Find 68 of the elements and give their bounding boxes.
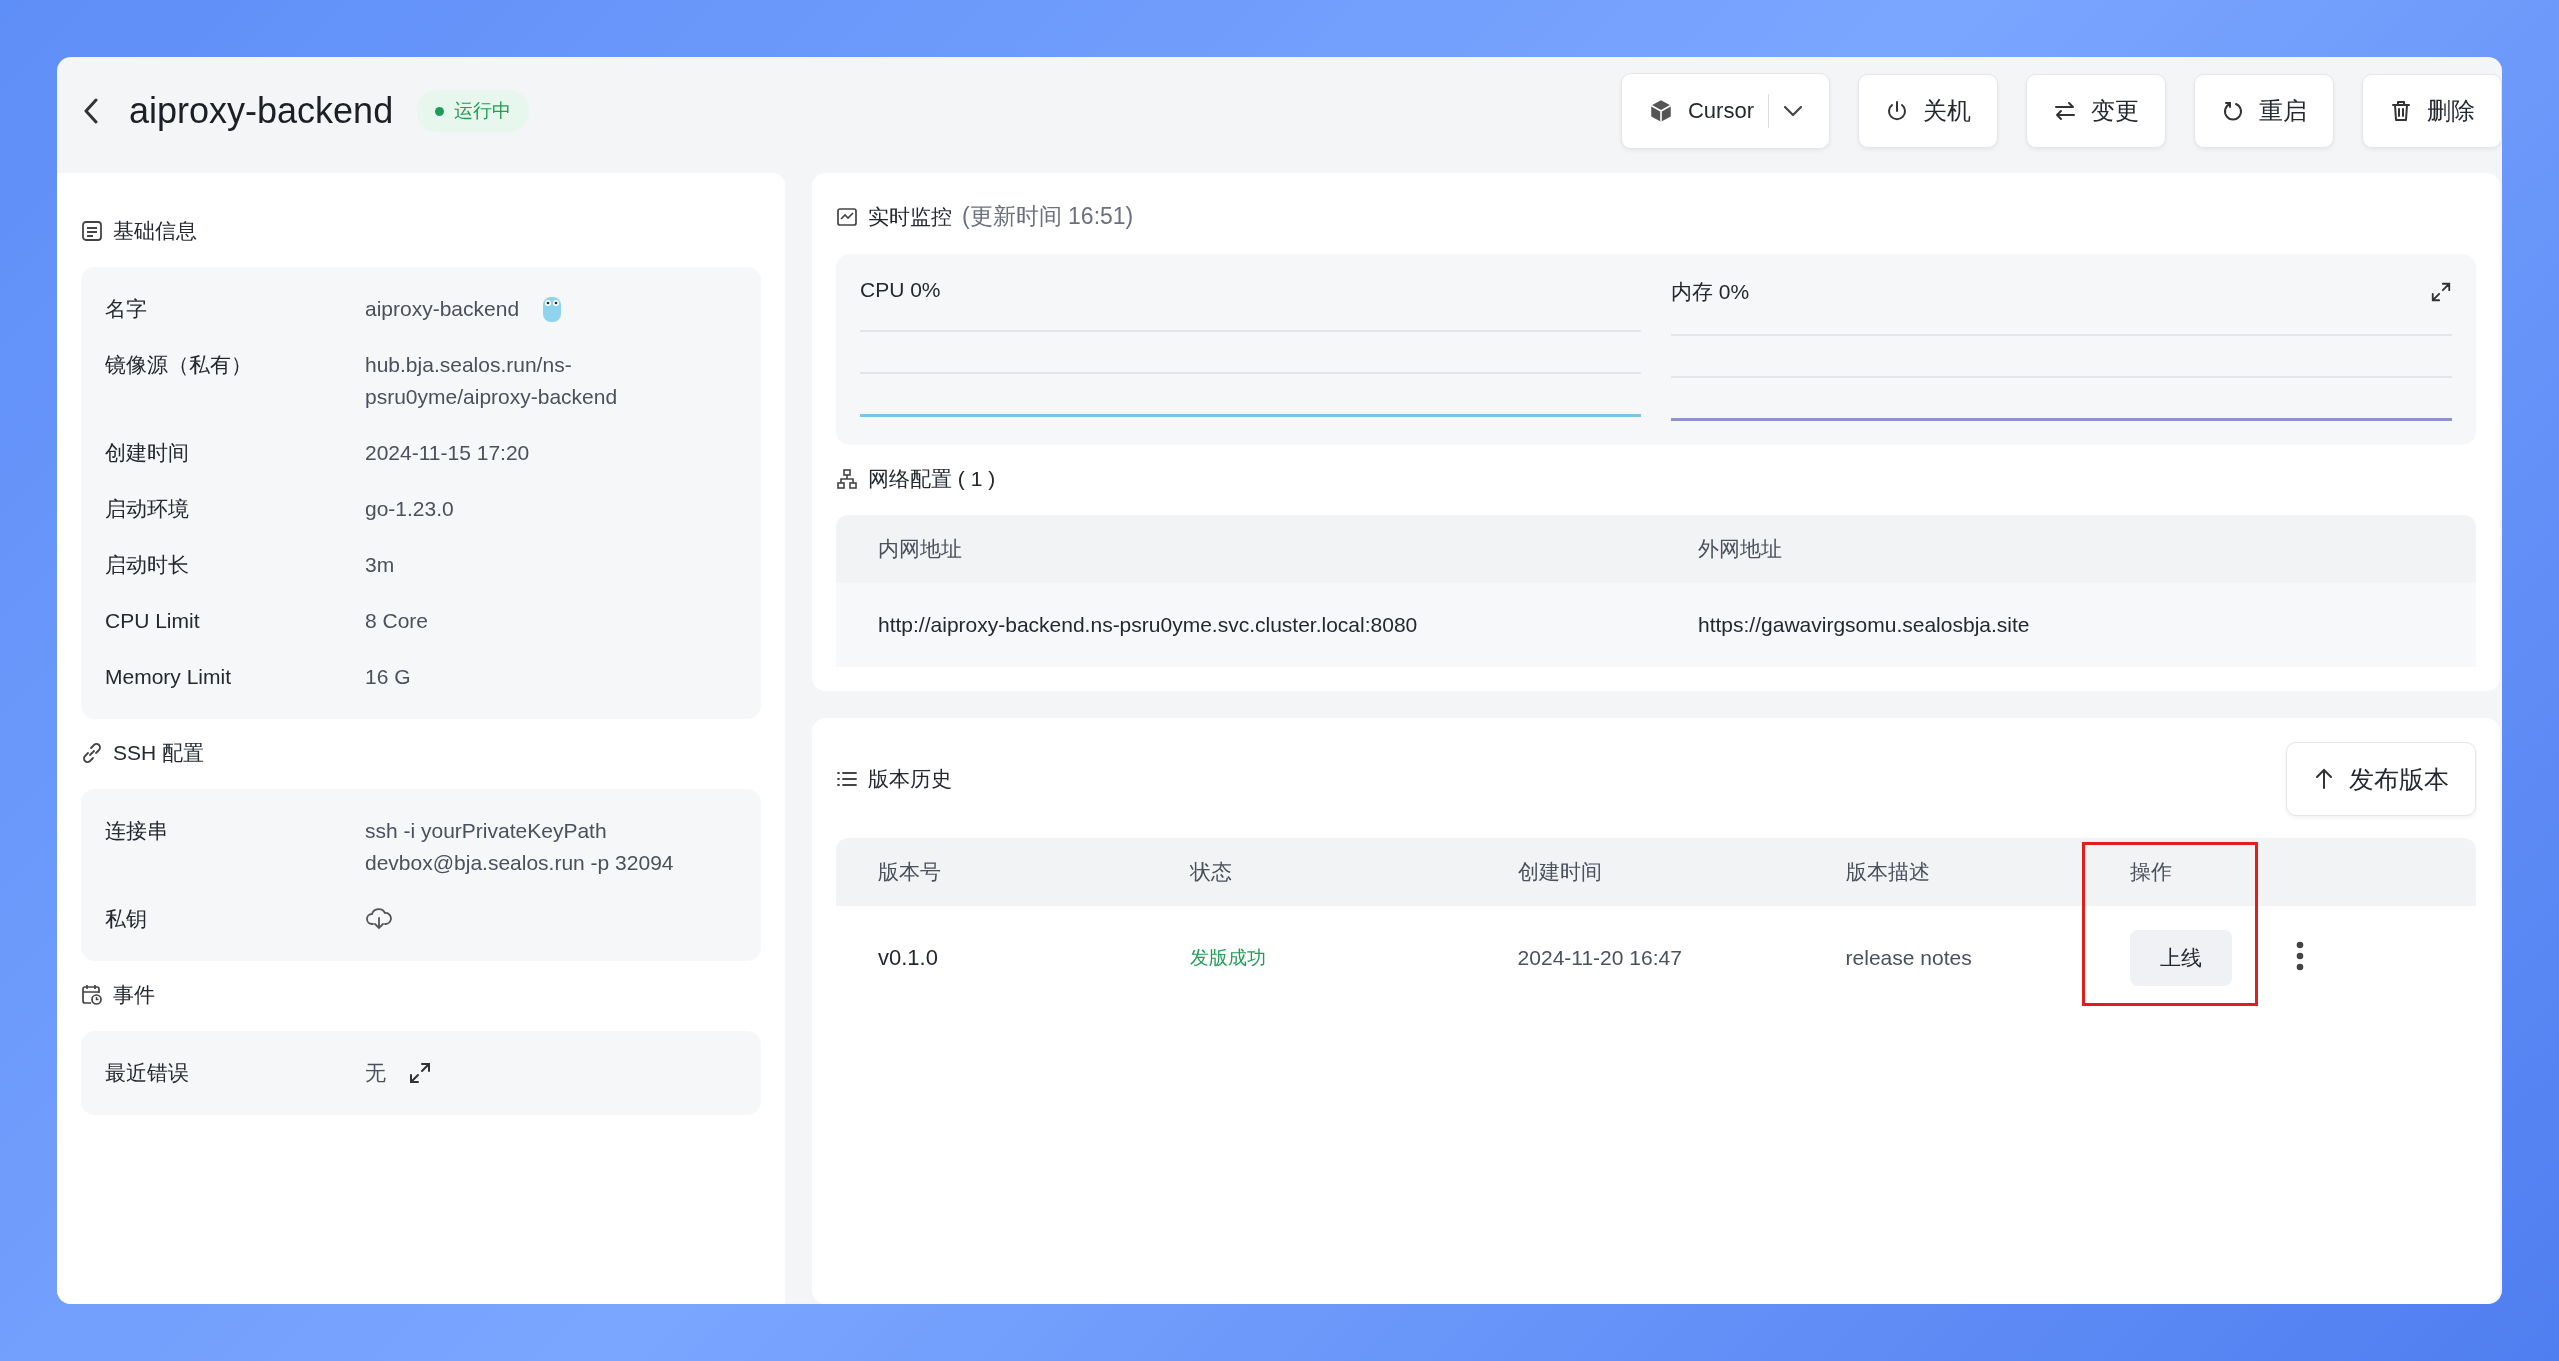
- column-header: 状态: [1147, 838, 1476, 906]
- chevron-down-icon[interactable]: [1783, 105, 1803, 117]
- expand-icon[interactable]: [408, 1061, 432, 1085]
- document-icon: [81, 220, 103, 242]
- arrow-up-icon[interactable]: [2313, 767, 2335, 791]
- field-label: 名字: [105, 296, 148, 322]
- mascot-icon: [541, 294, 564, 324]
- field-label: 启动环境: [105, 496, 190, 522]
- chevron-left-icon[interactable]: [83, 98, 99, 124]
- more-icon[interactable]: [2295, 940, 2304, 971]
- field-value: 无: [365, 1060, 386, 1086]
- field-value: 16 G: [365, 664, 411, 690]
- ide-name: Cursor: [1688, 98, 1754, 124]
- date-cell: 2024-11-20 16:47: [1475, 906, 1804, 1010]
- update-time: (更新时间 16:51): [962, 202, 1134, 231]
- field-label: 镜像源（私有）: [105, 352, 253, 378]
- field-label: 最近错误: [105, 1060, 190, 1086]
- cloud-download-icon[interactable]: [365, 907, 393, 931]
- address-cell: http://aiproxy-backend.ns-psru0yme.svc.cluster.local:8080: [836, 583, 1656, 667]
- expand-icon[interactable]: [2430, 281, 2452, 303]
- cube-icon: [1648, 98, 1674, 124]
- trash-icon[interactable]: [2389, 99, 2413, 123]
- section-title: 实时监控: [868, 203, 952, 230]
- address-cell: https://gawavirgsomu.sealosbja.site: [1656, 583, 2476, 667]
- field-value: go-1.23.0: [365, 496, 454, 522]
- status-badge: 运行中: [417, 90, 530, 132]
- restart-icon[interactable]: [2221, 99, 2245, 123]
- status-cell: 发版成功: [1147, 906, 1476, 1010]
- power-button[interactable]: 关机: [1858, 74, 1998, 148]
- swap-button[interactable]: 变更: [2026, 74, 2166, 148]
- field-value: ssh -i yourPrivateKeyPath devbox@bja.sealos.run -p 32094: [365, 818, 675, 876]
- swap-arrows-icon[interactable]: [2053, 99, 2077, 123]
- section-title: SSH 配置: [113, 740, 204, 766]
- column-header: 创建时间: [1475, 838, 1804, 906]
- network-icon: [836, 468, 858, 490]
- delete-button[interactable]: 删除: [2362, 74, 2502, 148]
- section-title: 版本历史: [868, 766, 952, 792]
- calendar-clock-icon: [81, 984, 103, 1006]
- column-header: 版本号: [836, 838, 1148, 906]
- field-value: 2024-11-15 17:20: [365, 440, 530, 466]
- notes-cell: release notes: [1803, 906, 2083, 1010]
- restart-button[interactable]: 重启: [2194, 74, 2334, 148]
- ide-dropdown[interactable]: Cursor: [1621, 73, 1830, 149]
- power-icon[interactable]: [1885, 99, 1909, 123]
- link-icon: [81, 742, 103, 764]
- metric-label: CPU 0%: [860, 278, 941, 302]
- devbox-title: aiproxy-backend: [129, 90, 394, 132]
- field-value: hub.bja.sealos.run/ns-psru0yme/aiproxy-backend: [365, 352, 619, 410]
- version-cell: v0.1.0: [836, 906, 1148, 1010]
- publish-button[interactable]: 发布版本: [2286, 742, 2476, 816]
- monitor-icon: [836, 205, 858, 228]
- column-header: 版本描述: [1803, 838, 2083, 906]
- field-label: 私钥: [105, 906, 148, 932]
- section-title: 事件: [113, 982, 155, 1008]
- section-title: 基础信息: [113, 218, 197, 244]
- field-value: aiproxy-backend: [365, 296, 520, 322]
- field-value: 3m: [365, 552, 395, 578]
- field-value: 8 Core: [365, 608, 429, 634]
- column-header: 外网地址: [1656, 515, 2476, 583]
- section-title: 网络配置 ( 1 ): [868, 466, 996, 492]
- column-header: 内网地址: [836, 515, 1656, 583]
- field-label: 连接串: [105, 818, 169, 844]
- go-online-button[interactable]: 上线: [2130, 930, 2233, 986]
- metric-label: 内存 0%: [1671, 279, 1750, 305]
- field-label: 创建时间: [105, 440, 190, 466]
- field-label: Memory Limit: [105, 664, 232, 690]
- field-label: 启动时长: [105, 552, 190, 578]
- field-label: CPU Limit: [105, 608, 201, 634]
